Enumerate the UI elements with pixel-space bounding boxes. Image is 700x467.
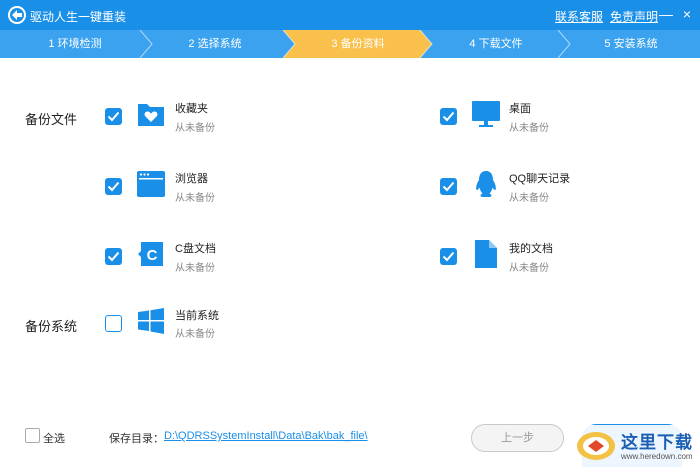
select-all-label: 全选 (43, 433, 65, 445)
my-documents-checkbox[interactable] (440, 248, 457, 265)
favorites-checkbox[interactable] (105, 108, 122, 125)
backup-files-section-label: 备份文件 (25, 112, 78, 127)
monitor-icon (472, 101, 500, 127)
select-all-checkbox[interactable] (25, 428, 40, 443)
title-bar: 驱动人生一键重装 联系客服 免责声明 — × (0, 0, 700, 30)
svg-text:C: C (147, 247, 158, 264)
browser-status: 从未备份 (175, 193, 215, 204)
watermark: 这里下载 www.heredown.com (573, 425, 700, 467)
c-drive-icon: C (138, 242, 163, 266)
qq-chat-history-name: QQ聊天记录 (509, 173, 571, 185)
heart-folder-icon (138, 104, 164, 126)
qq-penguin-icon (476, 171, 496, 197)
current-system-name: 当前系统 (175, 310, 219, 322)
document-icon (475, 240, 497, 268)
save-directory-label: 保存目录： (109, 433, 164, 445)
backup-system-section-label: 备份系统 (25, 319, 78, 334)
step-download-files: 4 下载文件 (469, 38, 523, 50)
step-environment-check: 1 环境检测 (48, 38, 102, 50)
watermark-text: 这里下载 (621, 433, 693, 453)
watermark-url: www.heredown.com (621, 452, 693, 461)
desktop-name: 桌面 (509, 103, 531, 115)
app-logo-icon (8, 6, 26, 24)
browser-window-icon (137, 171, 165, 197)
disclaimer-link[interactable]: 免责声明 (610, 8, 658, 25)
browser-checkbox[interactable] (105, 178, 122, 195)
step-select-system: 2 选择系统 (188, 38, 242, 50)
step-progress-bar: 1 环境检测 2 选择系统 3 备份资料 4 下载文件 5 安装系统 (0, 30, 700, 58)
watermark-logo-icon (577, 432, 615, 460)
contact-support-link[interactable]: 联系客服 (555, 8, 603, 25)
current-system-checkbox[interactable] (105, 315, 122, 332)
qq-chat-history-checkbox[interactable] (440, 178, 457, 195)
my-documents-name: 我的文档 (509, 243, 553, 255)
c-drive-docs-status: 从未备份 (175, 263, 215, 274)
my-documents-status: 从未备份 (509, 263, 549, 274)
desktop-checkbox[interactable] (440, 108, 457, 125)
step-backup-data: 3 备份资料 (331, 38, 385, 50)
favorites-status: 从未备份 (175, 123, 215, 134)
minimize-button[interactable]: — (658, 5, 674, 23)
c-drive-docs-name: C盘文档 (175, 243, 216, 255)
app-title: 驱动人生一键重装 (30, 10, 127, 24)
qq-chat-history-status: 从未备份 (509, 193, 549, 204)
browser-name: 浏览器 (175, 173, 208, 185)
desktop-status: 从未备份 (509, 123, 549, 134)
close-button[interactable]: × (679, 5, 695, 23)
c-drive-docs-checkbox[interactable] (105, 248, 122, 265)
step-install-system: 5 安装系统 (604, 38, 658, 50)
previous-step-button[interactable]: 上一步 (471, 424, 564, 452)
save-directory-path-link[interactable]: D:\QDRSSystemInstall\Data\Bak\bak_file\ (164, 430, 368, 442)
favorites-name: 收藏夹 (175, 103, 208, 115)
windows-logo-icon (138, 308, 164, 334)
current-system-status: 从未备份 (175, 329, 215, 340)
